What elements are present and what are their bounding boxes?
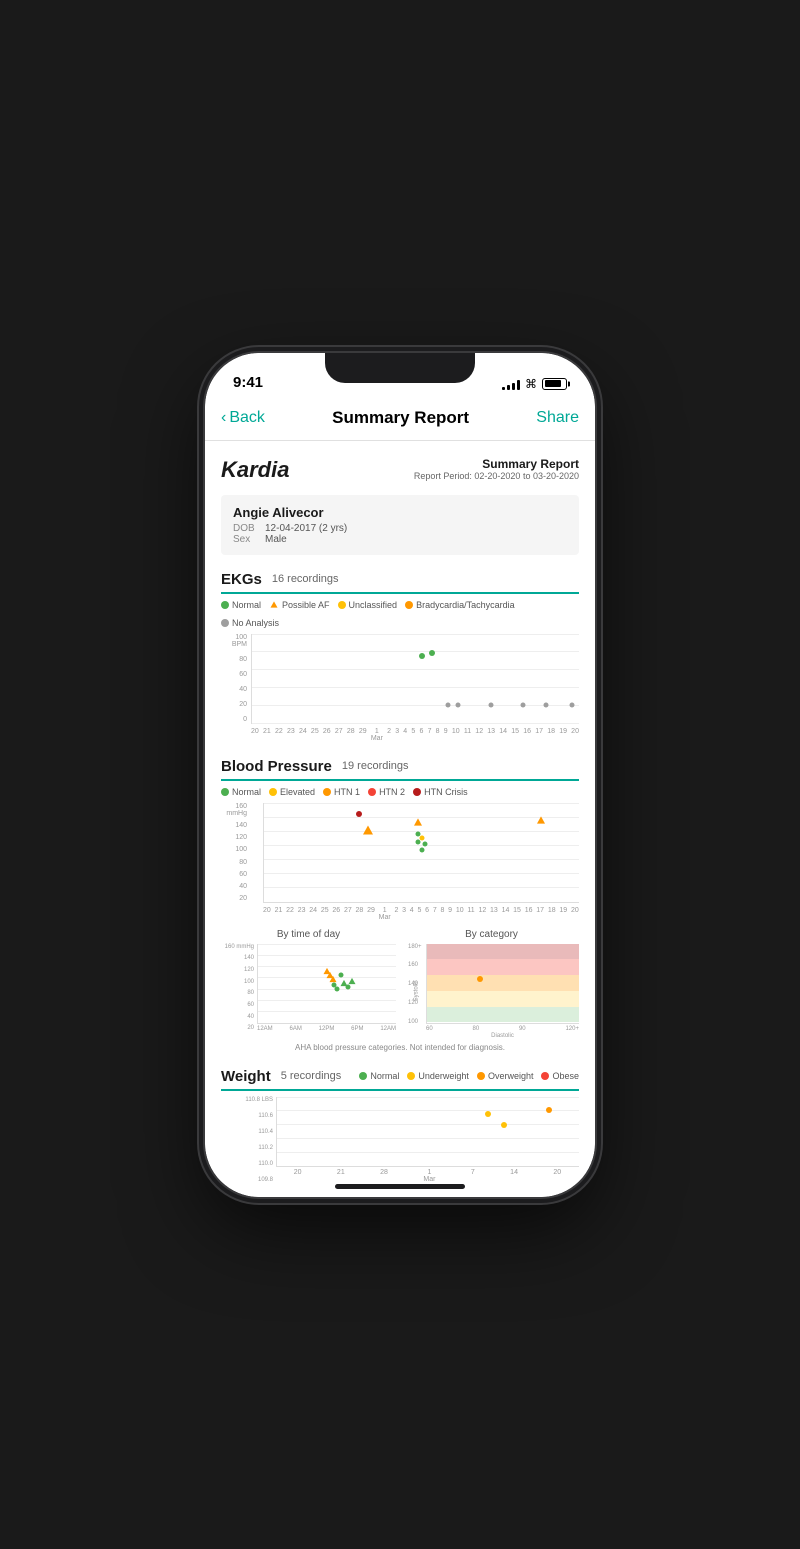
bp-x-labels: 202122232425 26272829 1Mar 23456789 1011… [263, 907, 579, 921]
diastolic-label: Diastolic [426, 1033, 579, 1039]
category-x-labels: 608090120+ [426, 1026, 579, 1032]
ekgs-section: EKGs 16 recordings Normal Possible AF [221, 571, 579, 742]
bp-by-category: By category Systolic 180+ 160 140 120 10… [404, 929, 579, 1039]
by-category-title: By category [404, 929, 579, 940]
status-time: 9:41 [233, 374, 263, 391]
weight-title: Weight [221, 1068, 271, 1085]
sex-label: Sex [233, 534, 261, 545]
bp-legend-htn-crisis: HTN Crisis [413, 787, 468, 797]
signal-icon [502, 378, 520, 390]
bp-legend-elevated: Elevated [269, 787, 315, 797]
legend-normal: Normal [221, 600, 261, 610]
scroll-content[interactable]: Kardia Summary Report Report Period: 02-… [205, 441, 595, 1197]
time-x-labels: 12AM6AM12PM6PM12AM [257, 1026, 396, 1032]
patient-dob: DOB 12-04-2017 (2 yrs) [233, 523, 567, 534]
weight-x-labels: 2021 28 1Mar 71420 [276, 1169, 579, 1183]
time-chart-y-labels: 160 mmHg 140 120 100 80 60 40 20 [221, 944, 254, 1032]
back-label: Back [229, 409, 265, 427]
bp-legend-normal: Normal [221, 787, 261, 797]
sex-value: Male [265, 534, 287, 545]
weight-y-labels: 110.8 LBS 110.6 110.4 110.2 110.0 109.8 [221, 1097, 273, 1183]
bp-legend-htn2: HTN 2 [368, 787, 405, 797]
phone-frame: 9:41 ⌘ ‹ Back Summary Report [205, 353, 595, 1197]
ekgs-x-labels: 202122232425 26272829 1Mar 23456789 1011… [251, 728, 579, 742]
ekgs-count: 16 recordings [272, 573, 339, 585]
bp-by-time: By time of day 160 mmHg 140 120 100 80 6… [221, 929, 396, 1039]
weight-chart-area [276, 1097, 579, 1167]
report-info: Summary Report Report Period: 02-20-2020… [414, 457, 579, 481]
bp-header: Blood Pressure 19 recordings [221, 758, 579, 781]
nav-bar: ‹ Back Summary Report Share [205, 397, 595, 441]
dob-value: 12-04-2017 (2 yrs) [265, 523, 347, 534]
report-period: Report Period: 02-20-2020 to 03-20-2020 [414, 471, 579, 481]
by-time-title: By time of day [221, 929, 396, 940]
page1-header: Kardia Summary Report Report Period: 02-… [221, 457, 579, 483]
dob-label: DOB [233, 523, 261, 534]
battery-icon [542, 378, 567, 390]
patient-name: Angie Alivecor [233, 505, 567, 520]
weight-count: 5 recordings [281, 1070, 342, 1082]
bp-y-labels: 160 mmHg 140 120 100 80 60 40 20 [221, 803, 247, 903]
bp-legend-htn1: HTN 1 [323, 787, 360, 797]
ekgs-y-labels: 100 BPM 80 60 40 20 0 [221, 634, 247, 724]
legend-unclassified: Unclassified [338, 600, 398, 610]
home-indicator [335, 1184, 465, 1189]
bp-legend: Normal Elevated HTN 1 HTN 2 HTN Crisis [221, 787, 579, 797]
category-y-labels: 180+ 160 140 120 100 [406, 944, 422, 1025]
ekgs-title: EKGs [221, 571, 262, 588]
phone-screen: 9:41 ⌘ ‹ Back Summary Report [205, 353, 595, 1197]
chevron-left-icon: ‹ [221, 409, 226, 427]
wifi-icon: ⌘ [525, 377, 537, 391]
share-button[interactable]: Share [536, 409, 579, 427]
ekgs-legend: Normal Possible AF Unclassified Bra [221, 600, 579, 628]
category-chart-area [426, 944, 579, 1024]
back-button[interactable]: ‹ Back [221, 409, 265, 427]
patient-sex: Sex Male [233, 534, 567, 545]
status-icons: ⌘ [502, 377, 567, 391]
notch [325, 353, 475, 383]
patient-info-box: Angie Alivecor DOB 12-04-2017 (2 yrs) Se… [221, 495, 579, 555]
legend-possible-af: Possible AF [269, 600, 330, 610]
legend-no-analysis: No Analysis [221, 618, 279, 628]
weight-header: Weight 5 recordings Normal Underweight O… [221, 1068, 579, 1091]
bp-count: 19 recordings [342, 760, 409, 772]
aha-note: AHA blood pressure categories. Not inten… [221, 1043, 579, 1052]
weight-legend: Normal Underweight Overweight Obese [359, 1071, 579, 1081]
ekgs-header: EKGs 16 recordings [221, 571, 579, 594]
legend-brady-tachy: Bradycardia/Tachycardia [405, 600, 515, 610]
page-1: Kardia Summary Report Report Period: 02-… [205, 441, 595, 1197]
nav-title: Summary Report [332, 408, 469, 428]
bp-title: Blood Pressure [221, 758, 332, 775]
ekgs-chart [251, 634, 579, 724]
report-info-title: Summary Report [414, 457, 579, 471]
kardia-logo: Kardia [221, 457, 289, 483]
bp-section: Blood Pressure 19 recordings Normal Elev… [221, 758, 579, 1052]
bp-charts-row: By time of day 160 mmHg 140 120 100 80 6… [221, 929, 579, 1039]
time-chart-area [257, 944, 396, 1024]
bp-main-chart [263, 803, 579, 903]
weight-section: Weight 5 recordings Normal Underweight O… [221, 1068, 579, 1183]
